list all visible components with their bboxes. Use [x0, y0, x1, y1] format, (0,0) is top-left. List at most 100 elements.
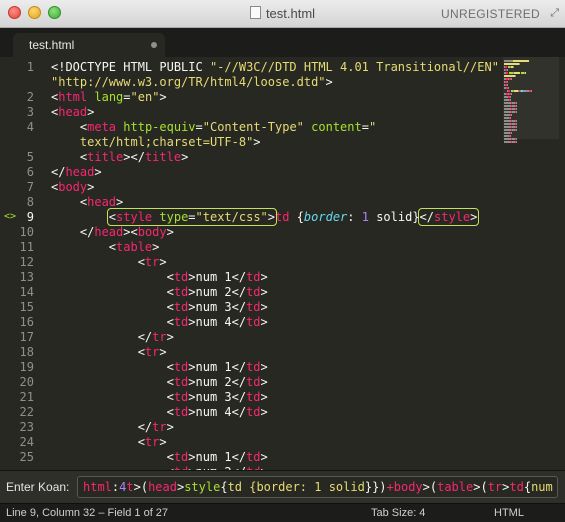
code-token: tr [152, 420, 167, 434]
code-line[interactable]: <meta http-equiv="Content-Type" content=… [51, 120, 376, 135]
code-line[interactable]: </tr> [51, 330, 174, 345]
fullscreen-icon[interactable]: ⤢ [550, 7, 559, 20]
code-line[interactable]: <td>num 3</td> [51, 390, 268, 405]
code-line[interactable]: </head><body> [51, 225, 174, 240]
line-number: 18 [19, 345, 34, 359]
code-line[interactable]: <head> [51, 195, 123, 210]
code-line[interactable]: <tr> [51, 435, 167, 450]
code-token: head [87, 195, 117, 209]
code-token: >num 3</ [188, 390, 247, 404]
current-line-marker-icon: <> [4, 211, 17, 222]
minimap-mark [516, 126, 517, 128]
editor-area[interactable]: 1 2 3 4 5 6 7 8 9 <> 10 11 12 13 14 15 16 17 18 19 20 21 22 23 2… [0, 57, 565, 470]
code-line[interactable]: <style type="text/css">td {border: 1 sol… [51, 208, 480, 226]
code-line[interactable]: </tr> [51, 420, 174, 435]
code-token: title [144, 150, 182, 164]
code-token: = [361, 120, 369, 134]
code-token: < [51, 300, 174, 314]
code-line[interactable]: <td>num 1</td> [51, 270, 268, 285]
minimap-mark [516, 108, 517, 110]
code-token: td [173, 450, 189, 464]
code-token: > [116, 195, 124, 209]
code-token: table [116, 240, 153, 254]
code-line[interactable]: <td>num 4</td> [51, 405, 268, 420]
snippet-field-highlight: </style> [417, 208, 480, 226]
minimap-mark [504, 63, 519, 65]
minimap-mark [507, 69, 508, 71]
code-token: >num 2</ [188, 285, 247, 299]
koan-token: head [148, 480, 177, 494]
code-line[interactable]: <body> [51, 180, 94, 195]
line-number: 19 [19, 360, 34, 374]
minimap-mark [511, 132, 512, 134]
code-line[interactable]: <tr> [51, 255, 167, 270]
code-token: tr [144, 345, 160, 359]
koan-token: td {border: 1 solid [227, 480, 365, 494]
code-token: > [260, 270, 268, 284]
code-token: < [51, 375, 174, 389]
code-token: td [173, 375, 189, 389]
code-line[interactable]: <html lang="en"> [51, 90, 167, 105]
code-token: > [181, 150, 189, 164]
code-token: html [58, 90, 88, 104]
unsaved-dot-icon[interactable] [151, 42, 157, 48]
code-line[interactable]: <head> [51, 105, 94, 120]
tab-size-selector[interactable]: Tab Size: 4 [371, 507, 425, 519]
code-line[interactable]: <title></title> [51, 150, 188, 165]
code-line[interactable]: <td>num 2</td> [51, 375, 268, 390]
minimap-mark [519, 63, 520, 65]
minimap-mark [513, 66, 514, 68]
code-token: td [246, 450, 261, 464]
koan-token: { [220, 480, 228, 494]
koan-token: >( [422, 480, 438, 494]
code-token: content [311, 120, 362, 134]
code-token: < [51, 255, 145, 269]
code-line[interactable]: <td>num 2</td> [51, 285, 268, 300]
code-token: > [94, 165, 102, 179]
code-token: tr [152, 330, 167, 344]
code-token: > [260, 300, 268, 314]
code-line[interactable]: <table> [51, 240, 160, 255]
code-token: > [260, 360, 268, 374]
code-token: border [303, 210, 348, 224]
code-token: td [246, 360, 261, 374]
code-line[interactable]: text/html;charset=UTF-8"> [51, 135, 261, 150]
code-line[interactable]: <td>num 1</td> [51, 450, 268, 465]
code-line[interactable]: <!DOCTYPE HTML PUBLIC "-//W3C//DTD HTML … [51, 60, 499, 75]
koan-token: tr [487, 480, 503, 494]
window-title-text: test.html [265, 6, 316, 21]
code-token: http-equiv [123, 120, 196, 134]
code-view[interactable]: <!DOCTYPE HTML PUBLIC "-//W3C//DTD HTML … [51, 57, 503, 470]
line-number: 23 [19, 420, 34, 434]
minimap[interactable] [503, 57, 563, 470]
code-token: < [51, 390, 174, 404]
code-line[interactable]: <td>num 3</td> [51, 300, 268, 315]
line-number: 15 [19, 300, 34, 314]
minimap-mark [504, 108, 511, 110]
line-number: 2 [26, 90, 34, 104]
code-token: td [173, 390, 189, 404]
code-line[interactable]: "http://www.w3.org/TR/html4/loose.dtd"> [51, 75, 333, 90]
koan-token: >( [133, 480, 149, 494]
syntax-selector[interactable]: HTML [494, 507, 524, 519]
minimap-mark [516, 129, 517, 131]
code-token: td [173, 270, 189, 284]
code-token: 1 [361, 210, 369, 224]
code-token: > [260, 285, 268, 299]
code-line[interactable]: <td>num 1</td> [51, 360, 268, 375]
code-line[interactable]: </head> [51, 165, 102, 180]
code-token: > [87, 180, 95, 194]
code-token: < [51, 345, 145, 359]
tab-test-html[interactable]: test.html [13, 33, 165, 57]
minimap-mark [516, 111, 517, 113]
code-line[interactable]: <tr> [51, 345, 167, 360]
code-line[interactable]: <td>num 4</td> [51, 315, 268, 330]
tab-label: test.html [29, 38, 75, 52]
line-number: 17 [19, 330, 34, 344]
minimap-mark [504, 126, 511, 128]
code-token: td [275, 210, 290, 224]
cursor-position: Line 9, Column 32 – Field 1 of 27 [6, 507, 169, 519]
koan-input[interactable]: html:4t>(head>style{td {border: 1 solid}… [77, 476, 558, 498]
code-token: </ [419, 210, 434, 224]
code-token: < [51, 360, 174, 374]
